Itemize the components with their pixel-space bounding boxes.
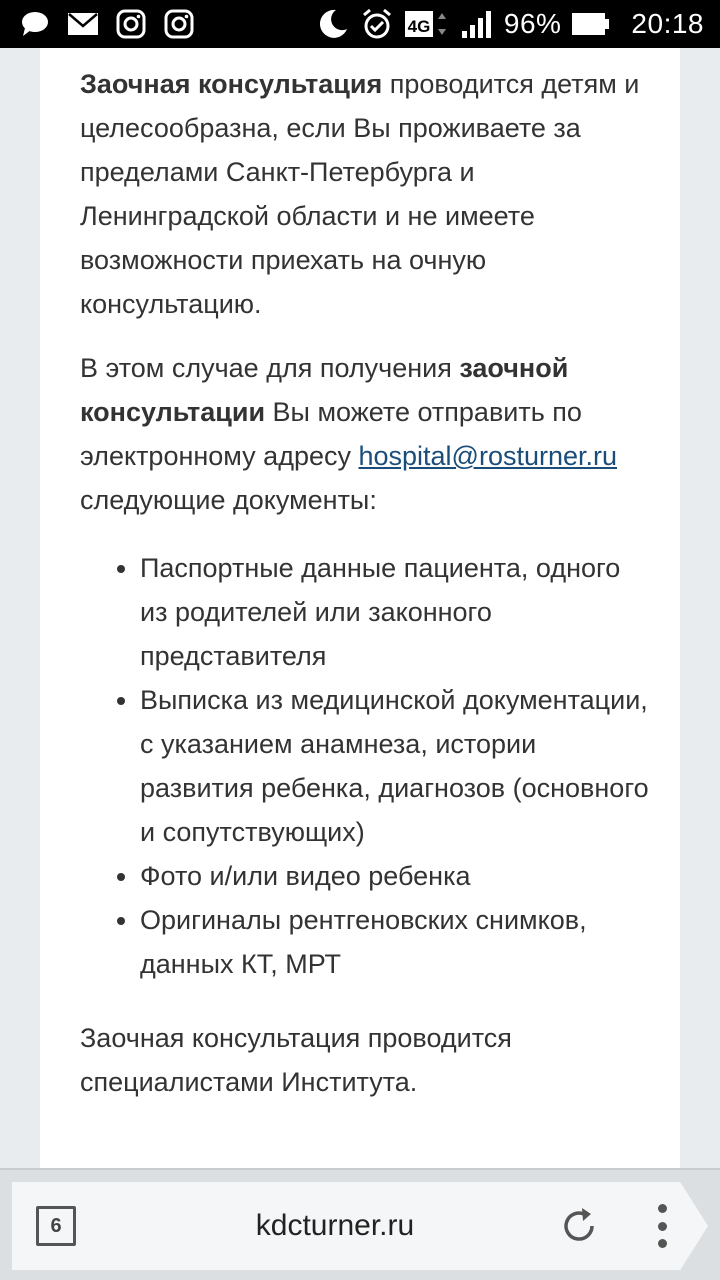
instagram-icon (162, 7, 196, 41)
url-display[interactable]: kdcturner.ru (180, 1202, 490, 1250)
paragraph-text: В этом случае для получения (80, 353, 460, 383)
battery-percent: 96% (503, 8, 562, 39)
svg-text:4G: 4G (408, 17, 431, 36)
list-item: Паспортные данные пациента, одного из ро… (140, 546, 650, 678)
paragraph-intro: Заочная консультация проводится детям и … (80, 62, 650, 326)
clock-time: 20:18 (631, 8, 704, 39)
alarm-icon (360, 7, 394, 41)
article-body: Заочная консультация проводится детям и … (80, 62, 650, 1124)
battery-icon (571, 7, 611, 41)
list-item: Выписка из медицинской документации, с у… (140, 678, 650, 854)
paragraph-closing: Заочная консультация проводится специали… (80, 1023, 512, 1097)
browser-bottom-bar: 6 kdcturner.ru (0, 1168, 720, 1280)
mail-icon (66, 7, 100, 41)
paragraph-text: проводится детям и целесообразна, если В… (80, 69, 640, 319)
paragraph-instructions: В этом случае для получения заочной конс… (80, 346, 650, 522)
moon-icon (316, 7, 350, 41)
instagram-icon (114, 7, 148, 41)
paragraph-text: следующие документы: (80, 485, 377, 515)
web-page[interactable]: Заочная консультация проводится детям и … (0, 48, 720, 1168)
status-bar: 4G 96% 20:18 (0, 0, 720, 48)
menu-dot-icon (657, 1204, 667, 1213)
menu-dot-icon (657, 1239, 667, 1248)
list-item: Оригиналы рентгеновских снимков, данных … (140, 898, 650, 986)
list-item: Фото и/или видео ребенка (140, 854, 650, 898)
signal-icon (460, 7, 494, 41)
tab-switcher-button[interactable]: 6 (36, 1206, 76, 1246)
email-link[interactable]: hospital@rosturner.ru (358, 441, 617, 471)
network-4g-icon: 4G (404, 7, 450, 41)
overflow-menu-button[interactable] (646, 1200, 678, 1252)
bold-term: Заочная консультация (80, 69, 383, 99)
reload-button[interactable] (558, 1204, 602, 1248)
message-icon (18, 7, 52, 41)
menu-dot-icon (657, 1221, 667, 1231)
documents-list: Паспортные данные пациента, одного из ро… (80, 546, 650, 986)
reload-icon (564, 1208, 594, 1241)
